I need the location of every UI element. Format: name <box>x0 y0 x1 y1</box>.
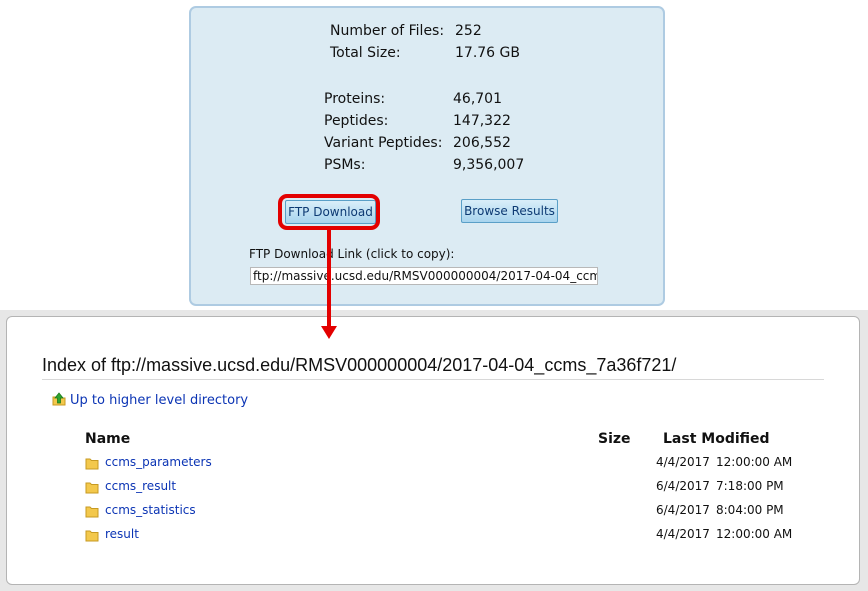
callout-arrow-line <box>327 230 331 328</box>
directory-link[interactable]: result <box>105 527 139 541</box>
directory-link[interactable]: ccms_statistics <box>105 503 196 517</box>
modified-time: 12:00:00 AM <box>716 455 793 469</box>
title-divider <box>42 379 824 380</box>
stat-value: 46,701 <box>453 91 502 107</box>
modified-time: 8:04:00 PM <box>716 503 784 517</box>
folder-icon <box>85 530 99 542</box>
stat-label: PSMs: <box>324 157 366 173</box>
stat-label: Peptides: <box>324 113 389 129</box>
directory-row: result 4/4/2017 12:00:00 AM <box>0 527 868 545</box>
folder-icon <box>85 506 99 518</box>
directory-row: ccms_statistics 6/4/2017 8:04:00 PM <box>0 503 868 521</box>
folder-icon <box>85 482 99 494</box>
modified-time: 12:00:00 AM <box>716 527 793 541</box>
up-directory-icon[interactable] <box>52 392 66 406</box>
directory-link[interactable]: ccms_result <box>105 479 176 493</box>
stat-label: Total Size: <box>330 45 401 61</box>
stat-value: 9,356,007 <box>453 157 525 173</box>
directory-row: ccms_parameters 4/4/2017 12:00:00 AM <box>0 455 868 473</box>
column-header-name[interactable]: Name <box>85 431 130 447</box>
stat-value: 252 <box>455 23 482 39</box>
dataset-summary-panel <box>189 6 665 306</box>
stat-value: 206,552 <box>453 135 511 151</box>
ftp-link-label: FTP Download Link (click to copy): <box>249 247 455 261</box>
stat-label: Number of Files: <box>330 23 445 39</box>
index-title: Index of ftp://massive.ucsd.edu/RMSV0000… <box>42 355 677 375</box>
ftp-button-highlight <box>278 194 380 230</box>
directory-row: ccms_result 6/4/2017 7:18:00 PM <box>0 479 868 497</box>
stat-value: 17.76 GB <box>455 45 520 61</box>
column-header-size[interactable]: Size <box>598 431 631 447</box>
modified-date: 4/4/2017 <box>656 455 710 469</box>
stat-label: Proteins: <box>324 91 386 107</box>
stat-label: Variant Peptides: <box>324 135 443 151</box>
modified-date: 4/4/2017 <box>656 527 710 541</box>
modified-date: 6/4/2017 <box>656 479 710 493</box>
up-directory-link[interactable]: Up to higher level directory <box>70 393 248 408</box>
ftp-link-field[interactable]: ftp://massive.ucsd.edu/RMSV000000004/201… <box>250 267 598 285</box>
callout-arrow-head <box>321 326 337 339</box>
stat-value: 147,322 <box>453 113 511 129</box>
directory-link[interactable]: ccms_parameters <box>105 455 212 469</box>
folder-icon <box>85 458 99 470</box>
modified-date: 6/4/2017 <box>656 503 710 517</box>
browse-results-button[interactable]: Browse Results <box>461 199 558 223</box>
modified-time: 7:18:00 PM <box>716 479 784 493</box>
column-header-last-modified[interactable]: Last Modified <box>663 431 770 447</box>
